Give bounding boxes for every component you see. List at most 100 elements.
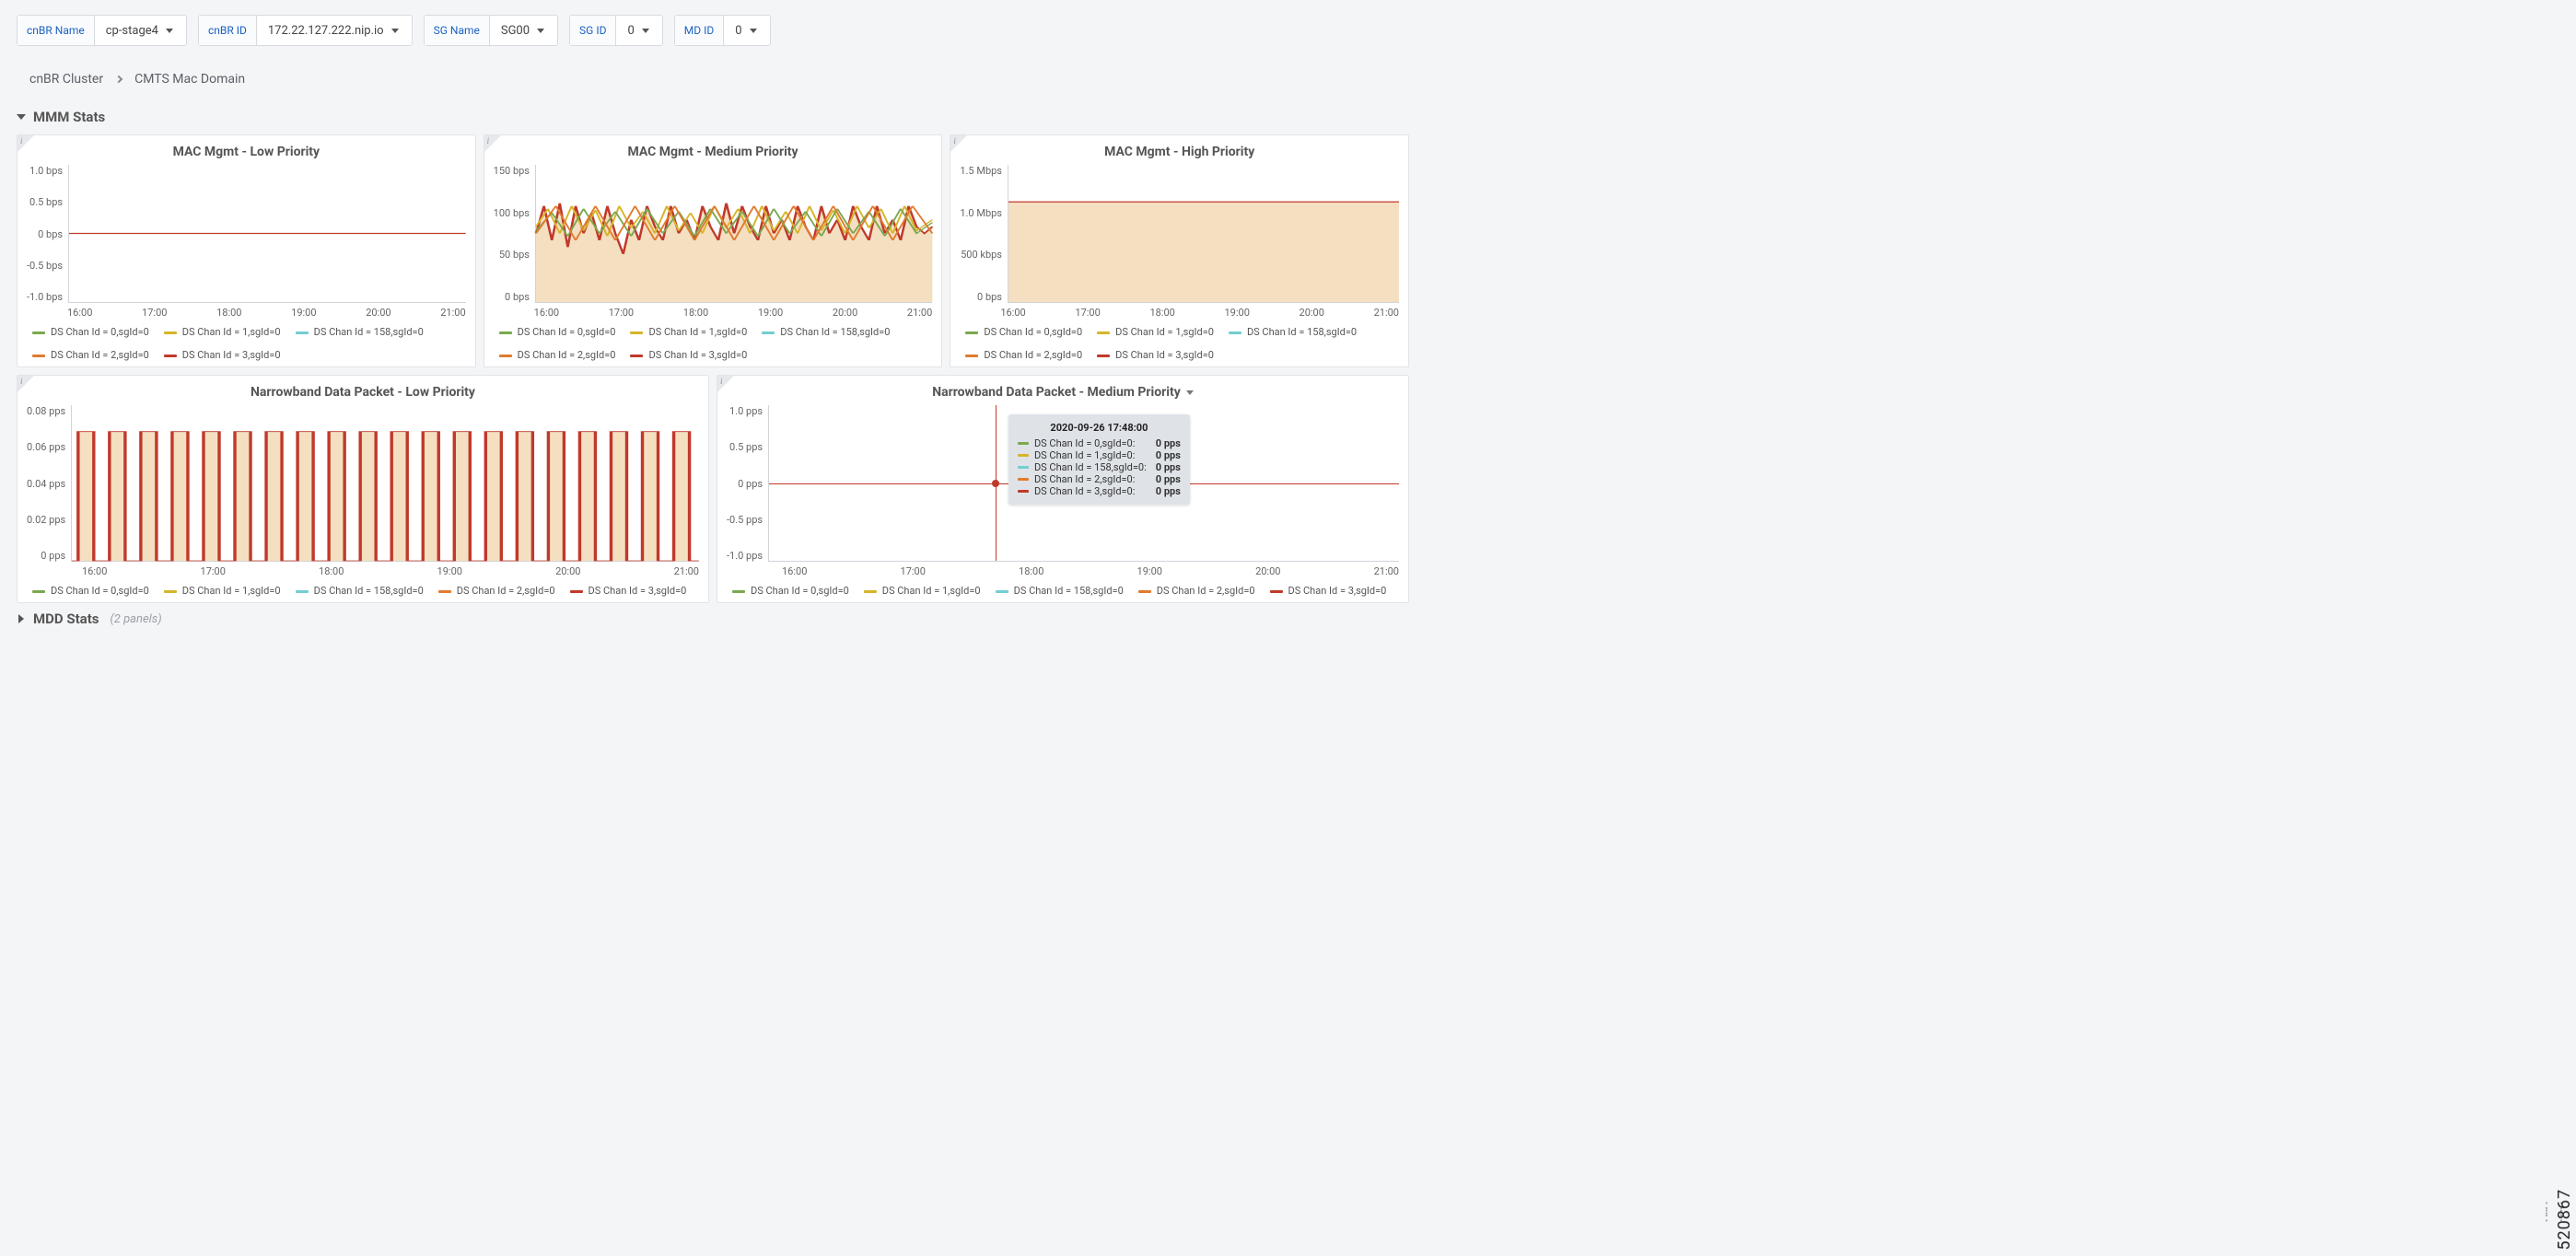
section-mmm-stats[interactable]: MMM Stats xyxy=(17,109,1409,125)
breadcrumb-item[interactable]: CMTS Mac Domain xyxy=(134,72,245,87)
legend-swatch xyxy=(1097,355,1110,357)
legend-item[interactable]: DS Chan Id = 0,sgId=0 xyxy=(499,326,616,338)
panel-title[interactable]: Narrowband Data Packet - Low Priority xyxy=(27,385,699,400)
legend-item[interactable]: DS Chan Id = 0,sgId=0 xyxy=(32,585,149,597)
legend-swatch xyxy=(864,590,877,593)
chart-low[interactable] xyxy=(68,165,466,303)
filter-value[interactable]: 0 xyxy=(616,16,661,45)
legend-swatch xyxy=(732,590,745,593)
tooltip-row: DS Chan Id = 3,sgId=0:0 pps xyxy=(1018,485,1181,497)
legend-item[interactable]: DS Chan Id = 1,sgId=0 xyxy=(630,326,747,338)
panel-mac-mgmt-high: i MAC Mgmt - High Priority 1.5 Mbps1.0 M… xyxy=(950,134,1409,367)
legend-item[interactable]: DS Chan Id = 2,sgId=0 xyxy=(1138,585,1255,597)
chevron-down-icon xyxy=(642,29,649,33)
filter-bar: cnBR Name cp-stage4 cnBR ID 172.22.127.2… xyxy=(17,15,1409,46)
breadcrumb: cnBR Cluster CMTS Mac Domain xyxy=(29,72,1409,87)
legend-item[interactable]: DS Chan Id = 158,sgId=0 xyxy=(296,585,424,597)
legend-item[interactable]: DS Chan Id = 0,sgId=0 xyxy=(32,326,149,338)
legend-item[interactable]: DS Chan Id = 158,sgId=0 xyxy=(1229,326,1357,338)
chart-nb-low[interactable] xyxy=(71,405,699,562)
section-mdd-stats[interactable]: MDD Stats (2 panels) xyxy=(17,611,1409,627)
chart-tooltip: 2020-09-26 17:48:00 DS Chan Id = 0,sgId=… xyxy=(1008,414,1190,505)
x-axis: 16:0017:0018:0019:0020:0021:00 xyxy=(960,307,1399,319)
legend: DS Chan Id = 0,sgId=0 DS Chan Id = 1,sgId… xyxy=(727,585,1399,597)
legend-item[interactable]: DS Chan Id = 3,sgId=0 xyxy=(1270,585,1387,597)
legend-item[interactable]: DS Chan Id = 1,sgId=0 xyxy=(1097,326,1214,338)
legend: DS Chan Id = 0,sgId=0 DS Chan Id = 1,sgId… xyxy=(494,326,933,361)
tooltip-row: DS Chan Id = 158,sgId=0:0 pps xyxy=(1018,461,1181,473)
filter-label: cnBR Name xyxy=(17,16,95,45)
legend-item[interactable]: DS Chan Id = 0,sgId=0 xyxy=(965,326,1082,338)
section-meta: (2 panels) xyxy=(110,612,161,626)
legend-item[interactable]: DS Chan Id = 158,sgId=0 xyxy=(762,326,890,338)
x-axis: 16:0017:0018:0019:0020:0021:00 xyxy=(727,565,1399,577)
y-axis: 1.0 bps0.5 bps0 bps-0.5 bps-1.0 bps xyxy=(27,165,68,303)
legend-item[interactable]: DS Chan Id = 158,sgId=0 xyxy=(296,326,424,338)
legend-swatch xyxy=(965,355,978,357)
y-axis: 1.5 Mbps1.0 Mbps500 kbps0 bps xyxy=(960,165,1008,303)
x-axis: 16:0017:0018:0019:0020:0021:00 xyxy=(27,307,466,319)
legend-swatch xyxy=(570,590,583,593)
legend-swatch xyxy=(630,355,643,357)
chevron-down-icon xyxy=(750,29,757,33)
legend-item[interactable]: DS Chan Id = 3,sgId=0 xyxy=(630,349,747,361)
filter-value[interactable]: 0 xyxy=(724,16,769,45)
chevron-down-icon xyxy=(1186,390,1194,395)
legend-item[interactable]: DS Chan Id = 2,sgId=0 xyxy=(499,349,616,361)
panel-title[interactable]: MAC Mgmt - Medium Priority xyxy=(494,145,933,159)
filter-cnbr-name[interactable]: cnBR Name cp-stage4 xyxy=(17,15,187,46)
legend-swatch xyxy=(32,355,45,357)
legend-swatch xyxy=(499,331,512,334)
legend-swatch xyxy=(438,590,451,593)
legend-swatch xyxy=(762,331,775,334)
chart-medium[interactable] xyxy=(535,165,932,303)
legend-swatch xyxy=(164,355,177,357)
filter-value[interactable]: 172.22.127.222.nip.io xyxy=(257,16,412,45)
filter-md-id[interactable]: MD ID 0 xyxy=(674,15,771,46)
chart-high[interactable] xyxy=(1008,165,1399,303)
panel-title[interactable]: Narrowband Data Packet - Medium Priority xyxy=(727,385,1399,400)
legend-item[interactable]: DS Chan Id = 1,sgId=0 xyxy=(164,326,281,338)
filter-sg-name[interactable]: SG Name SG00 xyxy=(424,15,558,46)
y-axis: 0.08 pps0.06 pps0.04 pps0.02 pps0 pps xyxy=(27,405,71,562)
x-axis: 16:0017:0018:0019:0020:0021:00 xyxy=(494,307,933,319)
filter-value[interactable]: SG00 xyxy=(490,16,557,45)
legend-swatch xyxy=(32,331,45,334)
legend-item[interactable]: DS Chan Id = 2,sgId=0 xyxy=(438,585,555,597)
chevron-down-icon xyxy=(391,29,399,33)
legend-swatch xyxy=(965,331,978,334)
tooltip-title: 2020-09-26 17:48:00 xyxy=(1018,422,1181,434)
chevron-down-icon xyxy=(166,29,173,33)
document-number: 520867 xyxy=(2555,1189,2574,1250)
panel-title[interactable]: MAC Mgmt - Low Priority xyxy=(27,145,466,159)
filter-cnbr-id[interactable]: cnBR ID 172.22.127.222.nip.io xyxy=(198,15,413,46)
legend-item[interactable]: DS Chan Id = 1,sgId=0 xyxy=(864,585,981,597)
panel-narrowband-low: i Narrowband Data Packet - Low Priority … xyxy=(17,375,709,603)
breadcrumb-item[interactable]: cnBR Cluster xyxy=(29,72,103,87)
legend-item[interactable]: DS Chan Id = 2,sgId=0 xyxy=(32,349,149,361)
legend: DS Chan Id = 0,sgId=0 DS Chan Id = 1,sgId… xyxy=(27,585,699,597)
legend-item[interactable]: DS Chan Id = 3,sgId=0 xyxy=(1097,349,1214,361)
legend-item[interactable]: DS Chan Id = 0,sgId=0 xyxy=(732,585,849,597)
section-title: MDD Stats xyxy=(33,611,99,627)
filter-sg-id[interactable]: SG ID 0 xyxy=(569,15,663,46)
legend-item[interactable]: DS Chan Id = 158,sgId=0 xyxy=(996,585,1124,597)
legend-item[interactable]: DS Chan Id = 3,sgId=0 xyxy=(570,585,687,597)
legend-swatch xyxy=(1097,331,1110,334)
legend-swatch xyxy=(296,331,309,334)
filter-value[interactable]: cp-stage4 xyxy=(95,16,186,45)
tooltip-row: DS Chan Id = 1,sgId=0:0 pps xyxy=(1018,449,1181,461)
filter-label: MD ID xyxy=(675,16,724,45)
legend-item[interactable]: DS Chan Id = 3,sgId=0 xyxy=(164,349,281,361)
panel-mac-mgmt-low: i MAC Mgmt - Low Priority 1.0 bps0.5 bps… xyxy=(17,134,476,367)
chart-nb-medium[interactable]: 2020-09-26 17:48:00 DS Chan Id = 0,sgId=… xyxy=(768,405,1399,562)
chevron-down-icon xyxy=(537,29,544,33)
legend-swatch xyxy=(164,331,177,334)
section-title: MMM Stats xyxy=(33,109,105,125)
legend-swatch xyxy=(164,590,177,593)
chevron-down-icon xyxy=(17,114,26,120)
legend-item[interactable]: DS Chan Id = 2,sgId=0 xyxy=(965,349,1082,361)
panel-title[interactable]: MAC Mgmt - High Priority xyxy=(960,145,1399,159)
filter-label: SG ID xyxy=(570,16,616,45)
legend-item[interactable]: DS Chan Id = 1,sgId=0 xyxy=(164,585,281,597)
